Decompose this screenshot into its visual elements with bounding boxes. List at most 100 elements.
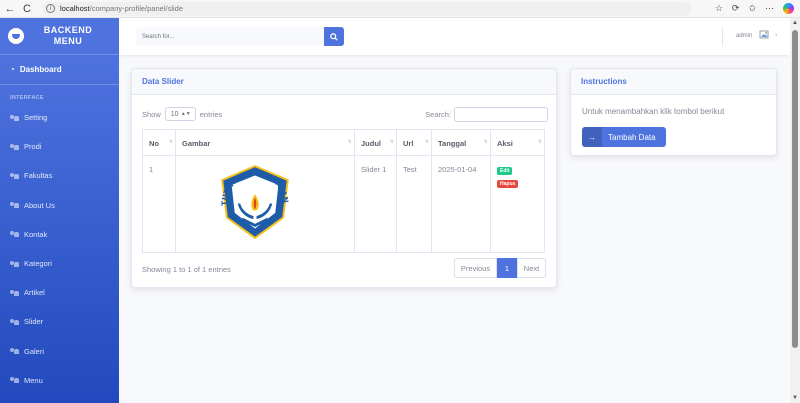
sidebar-item-kategori[interactable]: Kategori (0, 249, 119, 278)
arrow-right-icon: → (582, 127, 602, 147)
column-header-tanggal[interactable]: Tanggal ⇅ (431, 129, 491, 156)
entries-value: 10 (170, 110, 179, 118)
sidebar-heading: INTERFACE (10, 95, 44, 101)
sidebar-item-setting[interactable]: Setting (0, 103, 119, 132)
sidebar-item-fakultas[interactable]: Fakultas (0, 161, 119, 190)
users-icon (10, 318, 19, 325)
sidebar-item-label: Menu (24, 375, 43, 385)
sidebar-item-kontak[interactable]: Kontak (0, 220, 119, 249)
next-page-button[interactable]: Next (517, 258, 546, 278)
search-button[interactable] (324, 27, 344, 46)
sidebar-item-label: Slider (24, 317, 44, 327)
sidebar-item-galeri[interactable]: Galeri (0, 337, 119, 366)
sort-icon: ⇅ (168, 139, 173, 145)
users-icon (10, 289, 19, 296)
cell-no: 1 (142, 155, 176, 253)
sidebar: BACKEND MENU ◔ Dashboard INTERFACE Setti… (0, 18, 119, 403)
favorites-icon[interactable]: ✩ (748, 3, 756, 14)
avatar[interactable] (759, 29, 771, 41)
page-scrollbar[interactable]: ▲ ▼ (790, 18, 800, 403)
users-icon (10, 260, 19, 267)
copilot-icon[interactable] (783, 3, 794, 14)
back-arrow-icon: ← (4, 2, 16, 15)
delete-button[interactable]: Hapus (497, 180, 519, 188)
sort-icon: ⇅ (347, 139, 352, 145)
address-bar[interactable]: i localhost/company-profile/panel/slide (42, 1, 692, 16)
sidebar-item-about-us[interactable]: About Us (0, 191, 119, 220)
cell-url: Test (396, 155, 432, 253)
search-input[interactable]: Search for... (136, 27, 324, 46)
sidebar-item-label: Fakultas (24, 171, 53, 181)
search-label: Search: (425, 109, 451, 119)
sidebar-item-label: Kontak (24, 229, 48, 239)
table-search: Search: (425, 106, 548, 122)
sort-icon: ⇅ (424, 139, 429, 145)
sidebar-item-artikel[interactable]: Artikel (0, 278, 119, 307)
sidebar-item-slider[interactable]: Slider (0, 307, 119, 336)
users-icon (10, 377, 19, 384)
users-icon (10, 143, 19, 150)
entries-select[interactable]: 10 ▲▼ (164, 107, 196, 121)
users-icon (10, 114, 19, 121)
chevron-updown-icon: ▲▼ (180, 111, 191, 117)
back-button[interactable]: ← (3, 2, 17, 16)
data-slider-card: Data Slider Show 10 ▲▼ entries Search: N… (131, 68, 557, 288)
show-label: Show (142, 109, 161, 119)
topbar: Search for... admin › (119, 18, 790, 55)
datatable-controls: Show 10 ▲▼ entries Search: (142, 105, 548, 123)
edit-button[interactable]: Edit (497, 167, 513, 175)
column-header-judul[interactable]: Judul ⇅ (354, 129, 397, 156)
cell-tanggal: 2025-01-04 (431, 155, 491, 253)
sort-icon: ⇅ (389, 139, 394, 145)
sidebar-item-label: Kategori (24, 259, 52, 269)
tachometer-icon: ◔ (10, 65, 15, 74)
sidebar-item-dashboard[interactable]: ◔ Dashboard (0, 55, 119, 85)
instructions-text: Untuk menambahkan klik tombol berikut (582, 107, 725, 116)
users-icon (10, 231, 19, 238)
sidebar-item-label: Prodi (24, 142, 42, 152)
smile-logo-icon (8, 28, 24, 44)
star-icon[interactable]: ☆ (715, 3, 723, 14)
brand-text: BACKEND MENU (43, 25, 93, 46)
tut-wuri-handayani-logo: TUT WURI HANDAYANI (215, 156, 290, 240)
slider-table: No ⇅ Gambar ⇅ Judul ⇅ Url ⇅ Tanggal ⇅ Aksi ⇅ 1… (142, 129, 545, 253)
info-icon[interactable]: i (46, 4, 55, 13)
sidebar-item-menu[interactable]: Menu (0, 366, 119, 395)
column-header-aksi[interactable]: Aksi ⇅ (490, 129, 545, 156)
sort-icon: ⇅ (537, 139, 542, 145)
users-icon (10, 202, 19, 209)
sidebar-item-label: About Us (24, 200, 55, 210)
add-data-label: Tambah Data (608, 132, 656, 142)
cell-judul: Slider 1 (354, 155, 397, 253)
sidebar-item-label: Setting (24, 113, 48, 123)
sidebar-item-label: Artikel (24, 288, 45, 298)
entries-label: entries (199, 109, 223, 119)
scroll-down-icon[interactable]: ▼ (792, 395, 798, 401)
table-search-input[interactable] (454, 106, 548, 122)
page-1-button[interactable]: 1 (497, 258, 517, 278)
sidebar-brand[interactable]: BACKEND MENU (0, 18, 119, 55)
column-header-url[interactable]: Url ⇅ (396, 129, 432, 156)
reload-icon: C (23, 2, 31, 15)
user-name[interactable]: admin (736, 33, 752, 39)
instructions-card: Instructions Untuk menambahkan klik tomb… (570, 68, 777, 156)
previous-page-button[interactable]: Previous (454, 258, 497, 278)
refresh-extension-icon[interactable]: ⟳ (732, 3, 740, 14)
column-header-gambar[interactable]: Gambar ⇅ (175, 129, 355, 156)
url-host: localhost (60, 4, 90, 13)
browser-toolbar: ← C i localhost/company-profile/panel/sl… (0, 0, 800, 18)
sidebar-item-prodi[interactable]: Prodi (0, 132, 119, 161)
more-icon[interactable]: ⋯ (765, 3, 774, 14)
add-data-button[interactable]: → Tambah Data (582, 127, 666, 147)
pagination: Previous 1 Next (454, 258, 546, 278)
sort-icon: ⇅ (483, 139, 488, 145)
reload-button[interactable]: C (20, 2, 34, 16)
scroll-up-icon[interactable]: ▲ (792, 20, 798, 26)
table-info: Showing 1 to 1 of 1 entries (142, 265, 231, 274)
users-icon (10, 348, 19, 355)
column-header-no[interactable]: No ⇅ (142, 129, 176, 156)
table-row: 1 TUT WURI HANDAYANI Slider 1 (142, 155, 545, 253)
sidebar-item-label: Dashboard (19, 65, 62, 74)
scroll-thumb[interactable] (792, 30, 798, 348)
card-title: Instructions (571, 69, 776, 95)
